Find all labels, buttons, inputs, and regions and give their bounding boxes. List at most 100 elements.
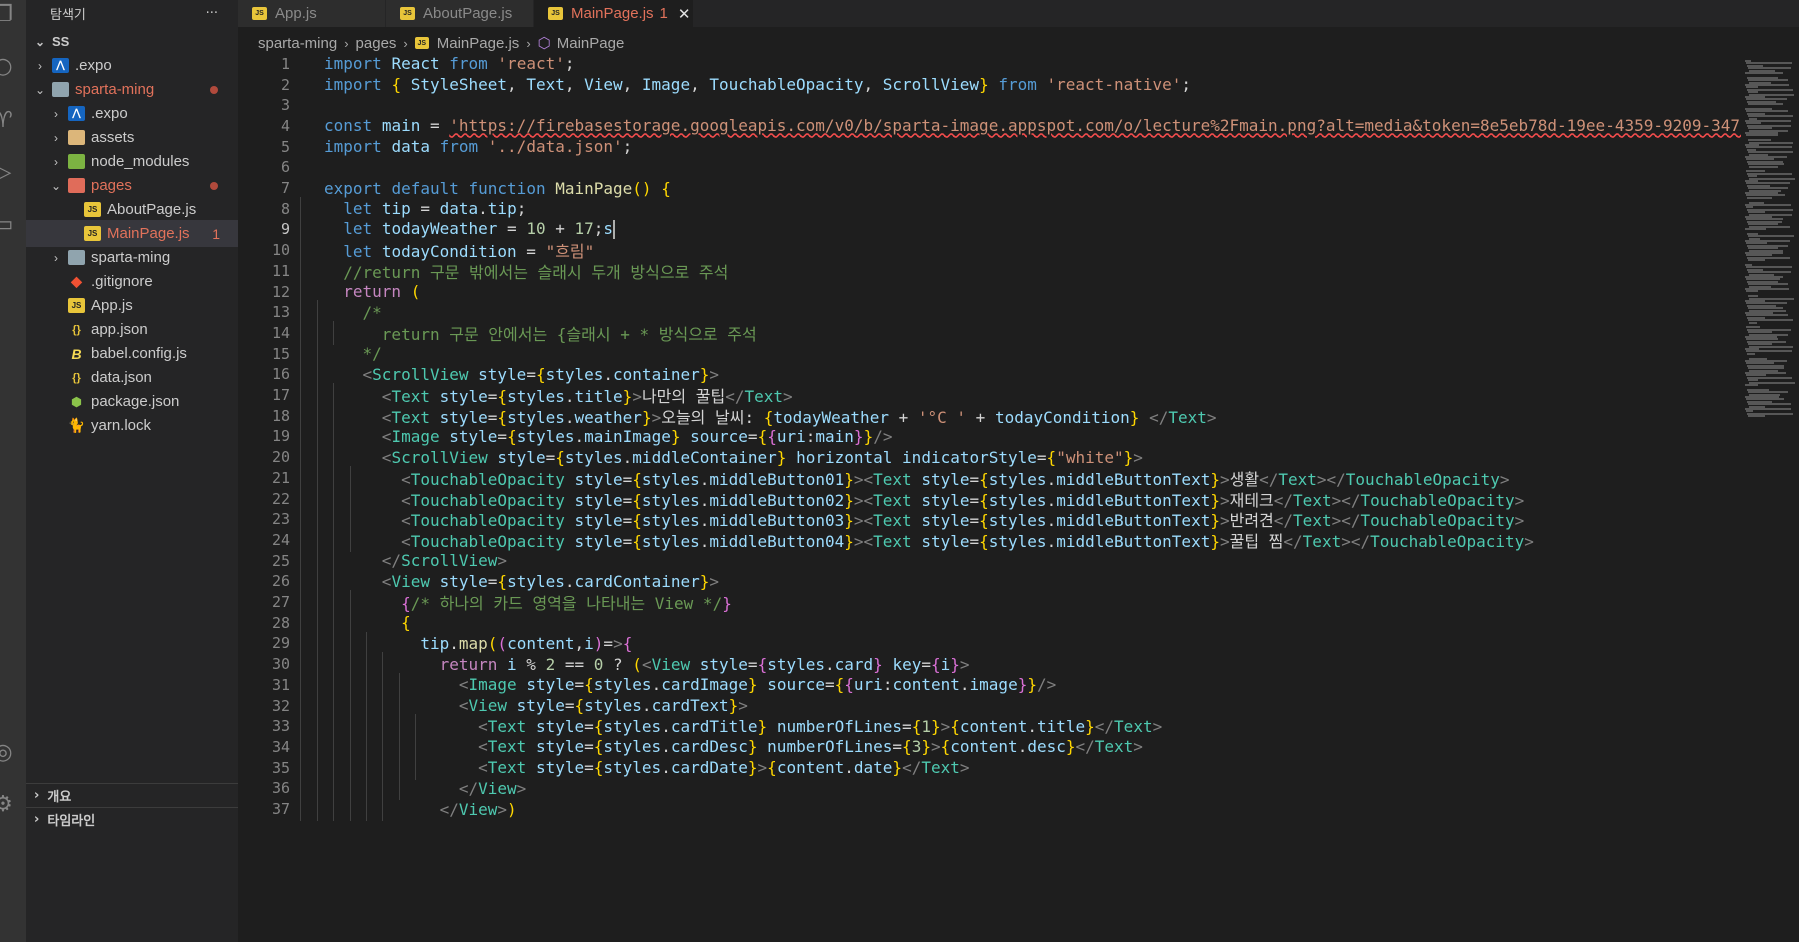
tree-item-label: node_modules	[91, 153, 190, 170]
line-number: 16	[271, 365, 290, 384]
line-number: 30	[271, 655, 290, 674]
line-number: 20	[271, 448, 290, 467]
line-number: 2	[280, 75, 290, 94]
minimap-line	[1747, 196, 1772, 199]
js-file-icon: JS	[414, 37, 429, 49]
chevron-right-icon: ›	[34, 812, 40, 827]
line-number: 9	[280, 220, 290, 239]
tree-item-label: babel.config.js	[91, 345, 187, 362]
tree-item[interactable]: › assets	[26, 124, 238, 151]
tree-item[interactable]: ⬢ package.json	[26, 388, 238, 415]
breadcrumb-item-symbol[interactable]: MainPage	[557, 35, 625, 52]
tab-main-page-js[interactable]: JS MainPage.js 1 ✕	[534, 0, 694, 27]
tree-item[interactable]: ⌄ sparta-ming	[26, 76, 238, 103]
tab-app-js[interactable]: JS App.js	[238, 0, 386, 27]
git-icon: ◆	[71, 273, 82, 289]
tab-label: MainPage.js	[571, 5, 654, 22]
js-file-icon: JS	[548, 7, 563, 20]
tree-item[interactable]: › ⋀ .expo	[26, 52, 238, 79]
folder-icon	[68, 178, 85, 193]
line-number: 37	[271, 800, 290, 819]
code-text: </ScrollView>	[381, 551, 508, 571]
tree-item[interactable]: Bbabel.config.js	[26, 340, 238, 367]
folder-icon	[68, 250, 85, 265]
line-number: 26	[271, 572, 290, 591]
code-text: <ScrollView style={styles.middleContaine…	[381, 447, 1143, 467]
tree-item[interactable]: JS AboutPage.js	[26, 196, 238, 223]
minimap-line	[1745, 228, 1766, 230]
line-number: 29	[271, 634, 290, 653]
tree-item[interactable]: › ⋀ .expo	[26, 100, 238, 127]
outline-label: 개요	[47, 790, 72, 805]
chevron-down-icon: ⌄	[34, 82, 46, 97]
tree-item[interactable]: JS MainPage.js 1	[26, 220, 238, 247]
more-actions-icon[interactable]: ···	[206, 6, 218, 21]
tree-item-label: sparta-ming	[75, 81, 155, 98]
code-text: tip.map((content,i)=>{	[420, 633, 633, 653]
tree-item[interactable]: 🐈 yarn.lock	[26, 412, 238, 439]
indent-guide	[300, 797, 302, 821]
breadcrumb-item-pages[interactable]: pages	[356, 35, 397, 52]
timeline-section[interactable]: › 타임라인	[26, 807, 238, 831]
code-text: export default function MainPage() {	[324, 178, 671, 198]
line-number: 14	[271, 323, 290, 342]
close-icon[interactable]: ✕	[678, 5, 691, 23]
tab-label: App.js	[275, 5, 317, 22]
tree-item-label: assets	[91, 129, 135, 146]
tree-item[interactable]: ◆ .gitignore	[26, 268, 238, 295]
search-icon[interactable]: ○	[0, 54, 16, 80]
minimap-line	[1747, 352, 1756, 355]
tab-label: AboutPage.js	[423, 5, 513, 22]
minimap[interactable]	[1741, 56, 1799, 942]
source-control-icon[interactable]: ♈	[0, 108, 16, 134]
modified-dot-icon	[210, 85, 218, 94]
code-text: return (	[343, 282, 421, 302]
line-number: 15	[271, 344, 290, 363]
code-line[interactable]: 37 </View>)	[238, 797, 1741, 821]
tree-item-label: package.json	[91, 393, 180, 410]
js-file-icon: JS	[68, 298, 85, 313]
settings-gear-icon[interactable]: ⚙	[0, 792, 16, 818]
extensions-icon[interactable]: ▭	[0, 212, 16, 238]
line-number: 18	[271, 406, 290, 425]
minimap-line	[1745, 384, 1758, 386]
tree-item-label: .expo	[75, 57, 112, 74]
line-number: 22	[271, 489, 290, 508]
tree-item-label: data.json	[91, 369, 152, 386]
code-text: <View style={styles.cardContainer}>	[381, 571, 720, 591]
yarn-icon: 🐈	[67, 417, 86, 433]
code-text: </View>	[458, 778, 527, 798]
workspace-root[interactable]: ⌄ SS	[26, 28, 238, 55]
run-debug-icon[interactable]: ▷	[0, 160, 16, 186]
chevron-right-icon: ›	[403, 35, 408, 51]
tree-item[interactable]: JS App.js	[26, 292, 238, 319]
tree-item[interactable]: {} data.json	[26, 364, 238, 391]
code-text: return i % 2 == 0 ? (<View style={styles…	[439, 654, 970, 674]
line-number: 7	[280, 179, 290, 198]
line-number: 5	[280, 137, 290, 156]
tree-item[interactable]: {} app.json	[26, 316, 238, 343]
minimap-line	[1745, 72, 1783, 74]
line-number: 36	[271, 779, 290, 798]
js-file-icon: JS	[84, 226, 101, 241]
js-file-icon: JS	[252, 7, 267, 20]
line-number: 21	[271, 468, 290, 487]
code-editor[interactable]: 1 import React from 'react'; 2 import { Sty…	[238, 56, 1741, 942]
breadcrumb-item-sparta-ming[interactable]: sparta-ming	[258, 35, 337, 52]
account-icon[interactable]: ◎	[0, 740, 16, 766]
code-text: import data from '../data.json';	[324, 137, 633, 157]
tree-item[interactable]: › sparta-ming	[26, 244, 238, 271]
chevron-right-icon: ›	[344, 35, 349, 51]
line-number: 3	[280, 96, 290, 115]
minimap-line	[1748, 415, 1765, 418]
line-number: 11	[271, 261, 290, 280]
line-number: 24	[271, 530, 290, 549]
tree-item[interactable]: ⌄ pages	[26, 172, 238, 199]
outline-section[interactable]: › 개요	[26, 783, 238, 807]
line-number: 33	[271, 717, 290, 736]
tree-item-label: .gitignore	[91, 273, 153, 290]
tree-item[interactable]: › node_modules	[26, 148, 238, 175]
tab-about-page-js[interactable]: JS AboutPage.js	[386, 0, 534, 27]
explorer-icon[interactable]: ❐	[0, 2, 16, 28]
breadcrumb-item-file[interactable]: MainPage.js	[437, 35, 520, 52]
